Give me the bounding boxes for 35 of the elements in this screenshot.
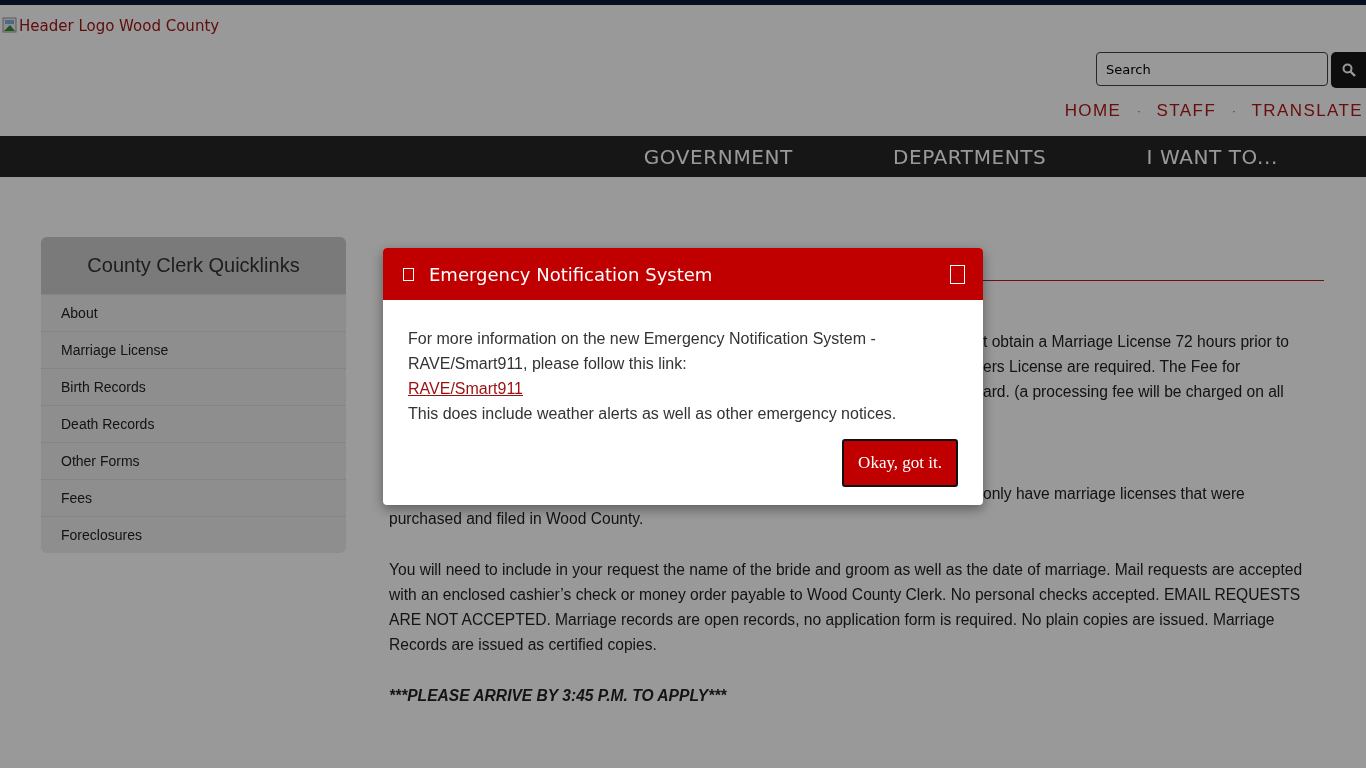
search-button[interactable] <box>1331 52 1366 88</box>
sidebar-item[interactable]: Fees <box>41 479 346 516</box>
header-link[interactable]: TRANSLATE <box>1251 101 1363 121</box>
body-paragraph: You will need to include in your request the name of the bride and groom as well as the date of marriage. Mail requests are accepted with an enclosed cashier’s check or money order payable to Wood County Clerk. No personal checks accepted. EMAIL REQUESTS ARE NOT ACCEPTED. Marriage records are open records, no application form is required. No plain copies are issued. Marriage Records are issued as certified copies. <box>389 560 1304 655</box>
body-text-line: t obtain a Marriage License 72 hours prior to <box>983 332 1290 352</box>
nav-item[interactable]: I WANT TO... <box>1146 144 1278 169</box>
close-button[interactable] <box>950 264 965 284</box>
body-text-line: only have marriage licenses that were <box>983 484 1246 504</box>
sidebar-item[interactable]: Birth Records <box>41 368 346 405</box>
modal-title: Emergency Notification System <box>429 263 714 285</box>
sidebar-item[interactable]: Foreclosures <box>41 516 346 553</box>
search-field[interactable]: Search <box>1096 52 1328 86</box>
header-link[interactable]: HOME <box>1064 101 1122 121</box>
sidebar-item[interactable]: Death Records <box>41 405 346 442</box>
modal-link[interactable]: RAVE/Smart911 <box>408 376 523 401</box>
body-text-line: ers License are required. The Fee for <box>983 357 1242 377</box>
nav-item[interactable]: GOVERNMENT <box>643 144 793 169</box>
broken-image-icon <box>2 17 18 33</box>
sidebar-item[interactable]: Other Forms <box>41 442 346 479</box>
square-icon <box>403 267 414 281</box>
link-separator: · <box>1232 105 1236 117</box>
header-link[interactable]: STAFF <box>1156 101 1217 121</box>
sidebar-item[interactable]: About <box>41 294 346 331</box>
sidebar-item[interactable]: Marriage License <box>41 331 346 368</box>
body-text-line: ard. (a processing fee will be charged on all <box>983 382 1285 402</box>
sidebar-title: County Clerk Quicklinks <box>41 237 346 294</box>
modal-text: This does include weather alerts as well as other emergency notices. <box>408 404 898 424</box>
modal-text: For more information on the new Emergency Notification System - RAVE/Smart911, please follow this link: <box>408 329 877 374</box>
nav-item[interactable]: DEPARTMENTS <box>892 144 1047 169</box>
body-paragraph: purchased and filed in Wood County. <box>389 509 645 529</box>
okay-button[interactable]: Okay, got it. <box>842 439 958 487</box>
search-icon <box>1341 63 1356 77</box>
notice-text: ***PLEASE ARRIVE BY 3:45 P.M. TO APPLY*** <box>389 686 728 706</box>
logo-alt-text[interactable]: Header Logo Wood County <box>19 17 220 35</box>
link-separator: · <box>1137 105 1141 117</box>
